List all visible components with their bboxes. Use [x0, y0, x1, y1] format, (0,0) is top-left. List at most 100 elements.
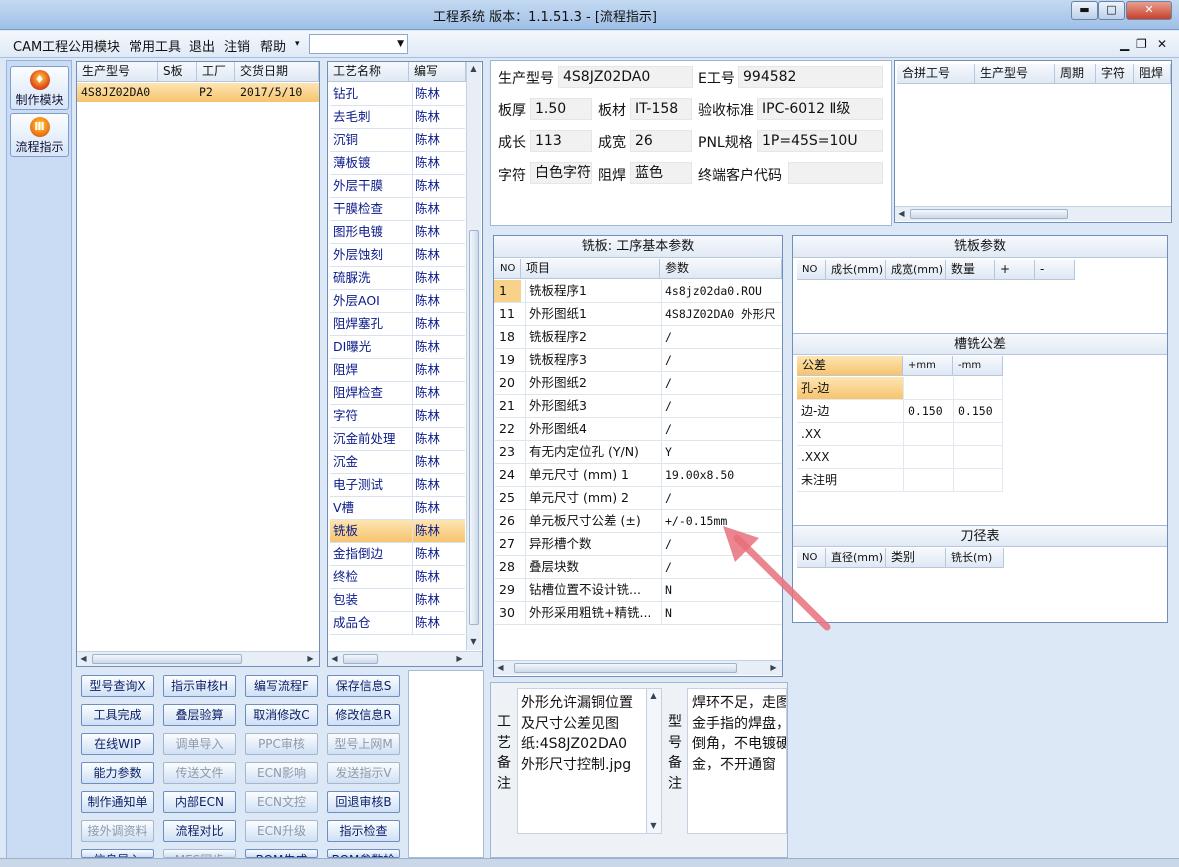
process-row[interactable]: 终检 陈林 — [330, 566, 465, 589]
param-row[interactable]: 1 铣板程序1 4s8jz02da0.ROU — [495, 280, 782, 303]
scroll-thumb[interactable] — [514, 663, 737, 673]
process-row[interactable]: 电子测试 陈林 — [330, 474, 465, 497]
process-row[interactable]: 硫脲洗 陈林 — [330, 267, 465, 290]
param-row[interactable]: 21 外形图纸3/ — [495, 395, 782, 418]
param-row[interactable]: 11 外形图纸1 4S8JZ02DA0 外形尺 — [495, 303, 782, 326]
tol-plus[interactable] — [903, 377, 953, 400]
col-header[interactable]: 成长(mm) — [826, 260, 886, 280]
process-row[interactable]: 字符 陈林 — [330, 405, 465, 428]
field-pnl[interactable]: 1P=45S=10U — [757, 130, 883, 152]
field-cust[interactable] — [788, 162, 883, 184]
process-row[interactable]: DI曝光 陈林 — [330, 336, 465, 359]
menu-combo[interactable]: ▼ — [309, 34, 408, 54]
action-button[interactable]: 接外调资料 — [81, 820, 154, 842]
scroll-thumb[interactable] — [910, 209, 1068, 219]
tol-minus[interactable] — [953, 446, 1003, 469]
process-row[interactable]: 干膜检查 陈林 — [330, 198, 465, 221]
tol-minus[interactable] — [953, 469, 1003, 492]
menu-exit[interactable]: 退出 — [189, 36, 215, 55]
col-header[interactable]: - — [1035, 260, 1075, 280]
process-row[interactable]: 包装 陈林 — [330, 589, 465, 612]
tol-plus[interactable] — [903, 423, 953, 446]
param-row[interactable]: 25 单元尺寸 (mm) 2/ — [495, 487, 782, 510]
process-row[interactable]: 沉金前处理 陈林 — [330, 428, 465, 451]
process-row[interactable]: 铣板 陈林 — [330, 520, 465, 543]
action-button[interactable]: 流程对比 — [163, 820, 236, 842]
maximize-button[interactable]: □ — [1098, 1, 1125, 20]
minimize-button[interactable]: ▬ — [1071, 1, 1098, 20]
process-row[interactable]: 阻焊塞孔 陈林 — [330, 313, 465, 336]
action-button[interactable]: MES同步 — [163, 849, 236, 858]
col-header[interactable]: 合拼工号 — [897, 64, 975, 84]
field-mat[interactable]: IT-158 — [630, 98, 692, 120]
field-std[interactable]: IPC-6012 Ⅱ级 — [757, 98, 883, 120]
col-header[interactable]: -mm — [953, 356, 1003, 376]
scroll-right-icon[interactable]: ▶ — [453, 652, 466, 665]
col-header[interactable]: 铣长(m) — [946, 548, 1004, 568]
tol-plus[interactable] — [903, 469, 953, 492]
field-mask[interactable]: 蓝色 — [630, 162, 692, 184]
process-vscroll[interactable]: ▲ ▼ — [466, 62, 481, 650]
scroll-left-icon[interactable]: ◀ — [494, 661, 507, 674]
model-memo[interactable]: 焊环不足，走图 金手指的焊盘， 倒角，不电镀硬 金，不开通窗 — [687, 688, 787, 834]
close-button[interactable]: ✕ — [1126, 1, 1172, 20]
col-header[interactable]: 周期 — [1055, 64, 1096, 84]
tol-name[interactable]: 未注明 — [797, 469, 903, 492]
menu-help[interactable]: 帮助 — [260, 36, 286, 55]
menu-more-icon[interactable]: ▾ — [295, 39, 300, 49]
menu-logout[interactable]: 注销 — [224, 36, 250, 55]
menu-public[interactable]: 公用模块 — [68, 36, 120, 55]
param-row[interactable]: 19 铣板程序3/ — [495, 349, 782, 372]
mdi-restore-button[interactable]: ❐ — [1136, 37, 1147, 51]
scroll-left-icon[interactable]: ◀ — [77, 652, 90, 665]
col-header[interactable]: NO — [494, 259, 521, 279]
action-button[interactable]: 叠层验算 — [163, 704, 236, 726]
action-button[interactable]: 能力参数 — [81, 762, 154, 784]
col-header[interactable]: 项目 — [521, 259, 660, 279]
tol-plus[interactable] — [903, 446, 953, 469]
nav-flow-instruction[interactable]: Ⅲ 流程指示 — [10, 113, 69, 157]
field-char[interactable]: 白色字符 — [530, 162, 592, 184]
process-row[interactable]: 外层干膜 陈林 — [330, 175, 465, 198]
tol-minus[interactable]: 0.150 — [953, 400, 1003, 423]
col-header[interactable]: +mm — [903, 356, 953, 376]
col-header[interactable]: 字符 — [1096, 64, 1134, 84]
param-row[interactable]: 23 有无内定位孔 (Y/N) Y — [495, 441, 782, 464]
col-header[interactable]: 生产型号 — [77, 62, 158, 82]
col-header[interactable]: 阻焊 — [1134, 64, 1171, 84]
process-row[interactable]: V槽 陈林 — [330, 497, 465, 520]
tol-name[interactable]: .XX — [797, 423, 903, 446]
process-row[interactable]: 外层AOI 陈林 — [330, 290, 465, 313]
process-row[interactable]: 阻焊 陈林 — [330, 359, 465, 382]
process-row[interactable]: 外层蚀刻 陈林 — [330, 244, 465, 267]
tol-plus[interactable]: 0.150 — [903, 400, 953, 423]
action-button[interactable]: BOM生成 — [245, 849, 318, 858]
action-button[interactable]: BOM参数检查 — [327, 849, 400, 858]
col-header[interactable]: 成宽(mm) — [886, 260, 946, 280]
tol-minus[interactable] — [953, 423, 1003, 446]
process-row[interactable]: 图形电镀 陈林 — [330, 221, 465, 244]
action-button[interactable]: 回退审核B — [327, 791, 400, 813]
menu-tools[interactable]: 常用工具 — [129, 36, 181, 55]
combine-hscroll[interactable]: ◀ — [895, 206, 1171, 221]
process-row[interactable]: 沉铜 陈林 — [330, 129, 465, 152]
craft-memo[interactable]: 外形允许漏铜位置 及尺寸公差见图 纸:4S8JZ02DA0 外形尺寸控制.jpg… — [517, 688, 662, 834]
param-row[interactable]: 18 铣板程序2/ — [495, 326, 782, 349]
action-button[interactable]: 传送文件 — [163, 762, 236, 784]
col-header[interactable]: 工艺名称 — [328, 62, 409, 82]
nav-make-module[interactable]: ♦ 制作模块 — [10, 66, 69, 110]
action-button[interactable]: ECN影响 — [245, 762, 318, 784]
scroll-thumb[interactable] — [92, 654, 242, 664]
action-button[interactable]: 型号查询X — [81, 675, 154, 697]
process-row[interactable]: 金指倒边 陈林 — [330, 543, 465, 566]
action-button[interactable]: 制作通知单 — [81, 791, 154, 813]
col-header[interactable]: + — [995, 260, 1035, 280]
action-button[interactable]: 修改信息R — [327, 704, 400, 726]
field-model[interactable]: 4S8JZ02DA0 — [558, 66, 693, 88]
col-header[interactable]: NO — [797, 260, 826, 280]
col-header[interactable]: 交货日期 — [235, 62, 319, 82]
param-row[interactable]: 20 外形图纸2/ — [495, 372, 782, 395]
field-thick[interactable]: 1.50 — [530, 98, 592, 120]
col-header[interactable]: 参数 — [660, 259, 782, 279]
process-row[interactable]: 去毛刺 陈林 — [330, 106, 465, 129]
